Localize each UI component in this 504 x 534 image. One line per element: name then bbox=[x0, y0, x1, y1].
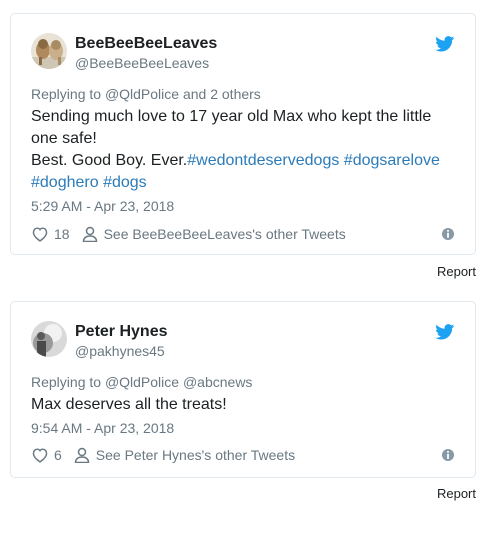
hashtag-link[interactable]: #dogsarelove bbox=[344, 152, 440, 169]
other-tweets-link[interactable]: See BeeBeeBeeLeaves's other Tweets bbox=[82, 226, 346, 242]
other-tweets-link[interactable]: See Peter Hynes's other Tweets bbox=[74, 447, 295, 463]
like-button[interactable]: 6 bbox=[31, 447, 62, 463]
report-link[interactable]: Report bbox=[437, 264, 476, 279]
other-tweets-label: See BeeBeeBeeLeaves's other Tweets bbox=[103, 226, 346, 242]
avatar[interactable] bbox=[31, 321, 67, 357]
hashtag-link[interactable]: #doghero bbox=[31, 174, 99, 191]
report-link[interactable]: Report bbox=[437, 486, 476, 501]
user-handle[interactable]: @pakhynes45 bbox=[75, 343, 165, 359]
avatar[interactable] bbox=[31, 33, 67, 69]
like-count: 6 bbox=[54, 447, 62, 463]
reply-others-link[interactable]: and 2 others bbox=[179, 86, 261, 102]
replying-to-line: Replying to @QldPolice @abcnews bbox=[31, 374, 252, 390]
heart-icon bbox=[32, 448, 48, 463]
tweet-card: Peter Hynes @pakhynes45 Replying to @Qld… bbox=[10, 301, 476, 478]
tweet-card: BeeBeeBeeLeaves @BeeBeeBeeLeaves Replyin… bbox=[10, 13, 476, 255]
like-button[interactable]: 18 bbox=[31, 226, 70, 242]
display-name[interactable]: BeeBeeBeeLeaves bbox=[75, 35, 217, 53]
info-icon[interactable] bbox=[441, 227, 455, 241]
person-icon bbox=[74, 447, 90, 463]
twitter-bird-icon[interactable] bbox=[435, 324, 455, 340]
replying-to-line: Replying to @QldPolice and 2 others bbox=[31, 86, 261, 102]
reply-mention-link[interactable]: @QldPolice bbox=[105, 86, 179, 102]
avatar-dogs-image bbox=[31, 33, 67, 69]
heart-icon bbox=[32, 227, 48, 242]
tweet-text-line: one safe! bbox=[31, 130, 97, 147]
info-icon[interactable] bbox=[441, 448, 455, 462]
replying-to-label: Replying to bbox=[31, 86, 105, 102]
tweet-text-plain: Best. Good Boy. Ever. bbox=[31, 152, 188, 169]
like-count: 18 bbox=[54, 226, 70, 242]
hashtag-link[interactable]: #wedontdeservedogs bbox=[187, 152, 339, 169]
other-tweets-label: See Peter Hynes's other Tweets bbox=[95, 447, 296, 463]
tweet-text: Sending much love to 17 year old Max who… bbox=[31, 106, 461, 194]
tweet-text-line: #doghero #dogs bbox=[31, 172, 461, 194]
avatar-person-image bbox=[31, 321, 67, 357]
hashtag-link[interactable]: #dogs bbox=[103, 174, 147, 191]
tweet-text-line: Sending much love to 17 year old Max who… bbox=[31, 108, 432, 125]
twitter-bird-icon[interactable] bbox=[435, 36, 455, 52]
person-icon bbox=[82, 226, 97, 242]
reply-mention-link[interactable]: @QldPolice bbox=[105, 374, 179, 390]
user-handle[interactable]: @BeeBeeBeeLeaves bbox=[75, 55, 209, 71]
tweet-text: Max deserves all the treats! bbox=[31, 394, 461, 416]
tweet-actions: 6 See Peter Hynes's other Tweets bbox=[31, 445, 455, 465]
tweet-text-line: Max deserves all the treats! bbox=[31, 396, 227, 413]
replying-to-label: Replying to bbox=[31, 374, 105, 390]
tweet-text-line: Best. Good Boy. Ever.#wedontdeservedogs … bbox=[31, 150, 461, 172]
reply-mention-link[interactable]: @abcnews bbox=[183, 374, 252, 390]
tweet-actions: 18 See BeeBeeBeeLeaves's other Tweets bbox=[31, 224, 455, 244]
display-name[interactable]: Peter Hynes bbox=[75, 323, 168, 341]
tweet-timestamp[interactable]: 9:54 AM - Apr 23, 2018 bbox=[31, 420, 174, 436]
tweet-timestamp[interactable]: 5:29 AM - Apr 23, 2018 bbox=[31, 198, 174, 214]
